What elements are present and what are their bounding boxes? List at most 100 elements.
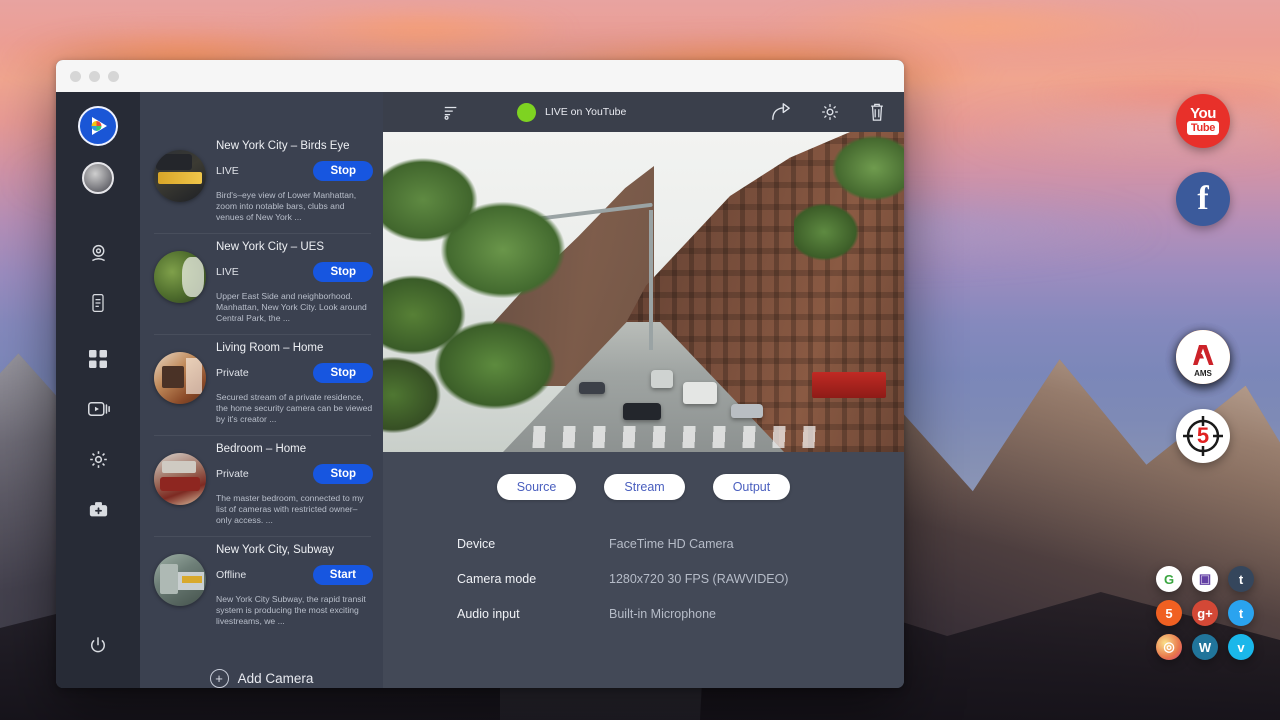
camera-action-button[interactable]: Stop xyxy=(313,464,373,484)
camera-thumbnail xyxy=(154,453,206,505)
dock-icon-ustream[interactable]: 5 xyxy=(1156,600,1182,626)
video-car xyxy=(731,404,763,418)
camera-status: LIVE xyxy=(216,266,239,278)
camera-thumbnail xyxy=(154,251,206,303)
live-status-label: LIVE on YouTube xyxy=(545,106,626,118)
share-icon xyxy=(770,102,792,122)
mobile-device-icon xyxy=(88,293,108,313)
camera-list-item[interactable]: New York City – UES LIVE Stop Upper East… xyxy=(140,233,383,334)
camera-title: New York City – UES xyxy=(216,241,373,253)
detail-label: Audio input xyxy=(457,607,609,621)
detail-row-device: Device FaceTime HD Camera xyxy=(457,526,904,561)
tab-stream[interactable]: Stream xyxy=(604,474,684,500)
camera-list-item[interactable]: New York City – Birds Eye LIVE Stop Bird… xyxy=(140,132,383,233)
dock-icon-twitter[interactable]: t xyxy=(1228,600,1254,626)
detail-value[interactable]: 1280x720 30 FPS (RAWVIDEO) xyxy=(609,572,788,586)
dock-icon-grabyo[interactable]: G xyxy=(1156,566,1182,592)
camera-list-item[interactable]: Living Room – Home Private Stop Secured … xyxy=(140,334,383,435)
vimeo-glyph: v xyxy=(1237,640,1244,655)
dock-icon-channel-5[interactable]: 5 xyxy=(1176,409,1230,463)
add-camera-button[interactable]: + Add Camera xyxy=(140,669,383,688)
window-titlebar[interactable] xyxy=(56,60,904,92)
ustream-glyph: 5 xyxy=(1165,606,1172,621)
power-icon xyxy=(88,635,108,655)
dock-icon-tumblr[interactable]: t xyxy=(1228,566,1254,592)
dock-icon-google-plus[interactable]: g+ xyxy=(1192,600,1218,626)
sidebar-item-add-media[interactable] xyxy=(76,484,120,534)
detail-value[interactable]: Built-in Microphone xyxy=(609,607,716,621)
camera-status: LIVE xyxy=(216,165,239,177)
tab-group: Source Stream Output xyxy=(383,452,904,516)
plus-circle-icon: + xyxy=(210,669,229,688)
dock-icon-twitch[interactable]: ▣ xyxy=(1192,566,1218,592)
toolbar: LIVE on YouTube xyxy=(383,92,904,132)
gear-icon xyxy=(88,449,109,470)
tab-source[interactable]: Source xyxy=(497,474,577,500)
sidebar-item-cameras[interactable] xyxy=(76,228,120,278)
live-status-indicator: LIVE on YouTube xyxy=(517,103,626,122)
camera-title: Living Room – Home xyxy=(216,342,373,354)
video-player-icon xyxy=(87,399,110,419)
dock-icon-youtube[interactable]: You Tube xyxy=(1176,94,1230,148)
dock-icon-adobe-ams[interactable]: AMS xyxy=(1176,330,1230,384)
trash-icon xyxy=(868,102,886,122)
dock-icon-instagram[interactable]: ◎ xyxy=(1156,634,1182,660)
camera-list-item[interactable]: New York City, Subway Offline Start New … xyxy=(140,536,383,637)
video-car xyxy=(623,403,661,420)
app-window: New York City – Birds Eye LIVE Stop Bird… xyxy=(56,60,904,688)
camera-thumbnail xyxy=(154,150,206,202)
dock-icon-wordpress[interactable]: W xyxy=(1192,634,1218,660)
video-trees-right xyxy=(794,132,904,282)
minimize-button[interactable] xyxy=(89,71,100,82)
camera-thumbnail xyxy=(154,554,206,606)
webcam-icon xyxy=(88,243,109,264)
camera-status: Offline xyxy=(216,569,246,581)
dock-small-icon-grid: G ▣ t 5 g+ t ◎ W v xyxy=(1156,566,1256,660)
video-preview[interactable] xyxy=(383,132,904,452)
camera-list[interactable]: New York City – Birds Eye LIVE Stop Bird… xyxy=(140,92,383,688)
tab-output[interactable]: Output xyxy=(713,474,791,500)
camera-action-button[interactable]: Stop xyxy=(313,161,373,181)
wordpress-glyph: W xyxy=(1199,640,1211,655)
detail-label: Device xyxy=(457,537,609,551)
camera-action-button[interactable]: Stop xyxy=(313,262,373,282)
app-logo[interactable] xyxy=(78,106,118,146)
play-logo-icon xyxy=(85,113,111,139)
main-pane: LIVE on YouTube xyxy=(383,92,904,688)
detail-value[interactable]: FaceTime HD Camera xyxy=(609,537,734,551)
tumblr-glyph: t xyxy=(1239,572,1243,587)
video-trees-left xyxy=(383,140,593,440)
dock-icon-vimeo[interactable]: v xyxy=(1228,634,1254,660)
grid-icon xyxy=(88,349,108,369)
camera-description: Bird's–eye view of Lower Manhattan, zoom… xyxy=(216,190,373,223)
delete-button[interactable] xyxy=(868,102,886,122)
camera-action-button[interactable]: Stop xyxy=(313,363,373,383)
window-body: New York City – Birds Eye LIVE Stop Bird… xyxy=(56,92,904,688)
sidebar-rail xyxy=(56,92,140,688)
share-button[interactable] xyxy=(770,102,792,122)
zoom-button[interactable] xyxy=(108,71,119,82)
gear-icon xyxy=(820,102,840,122)
sidebar-item-settings[interactable] xyxy=(76,434,120,484)
camera-list-item[interactable]: Bedroom – Home Private Stop The master b… xyxy=(140,435,383,536)
sidebar-item-device[interactable] xyxy=(76,278,120,328)
settings-button[interactable] xyxy=(820,102,840,122)
video-lamp-pole xyxy=(649,210,653,350)
video-truck xyxy=(651,370,673,388)
sort-button[interactable] xyxy=(443,104,459,120)
sidebar-item-power[interactable] xyxy=(76,620,120,670)
twitter-glyph: t xyxy=(1239,606,1243,621)
user-avatar[interactable] xyxy=(82,162,114,194)
close-button[interactable] xyxy=(70,71,81,82)
facebook-f-glyph: f xyxy=(1197,182,1208,216)
camera-status: Private xyxy=(216,468,249,480)
sidebar-item-dashboard[interactable] xyxy=(76,334,120,384)
video-red-awning xyxy=(812,372,886,398)
youtube-you-text: You xyxy=(1190,107,1216,120)
camera-description: New York City Subway, the rapid transit … xyxy=(216,594,373,627)
add-camera-label: Add Camera xyxy=(238,671,314,686)
sidebar-item-broadcast[interactable] xyxy=(76,384,120,434)
camera-action-button[interactable]: Start xyxy=(313,565,373,585)
dock-icon-facebook[interactable]: f xyxy=(1176,172,1230,226)
camera-status: Private xyxy=(216,367,249,379)
